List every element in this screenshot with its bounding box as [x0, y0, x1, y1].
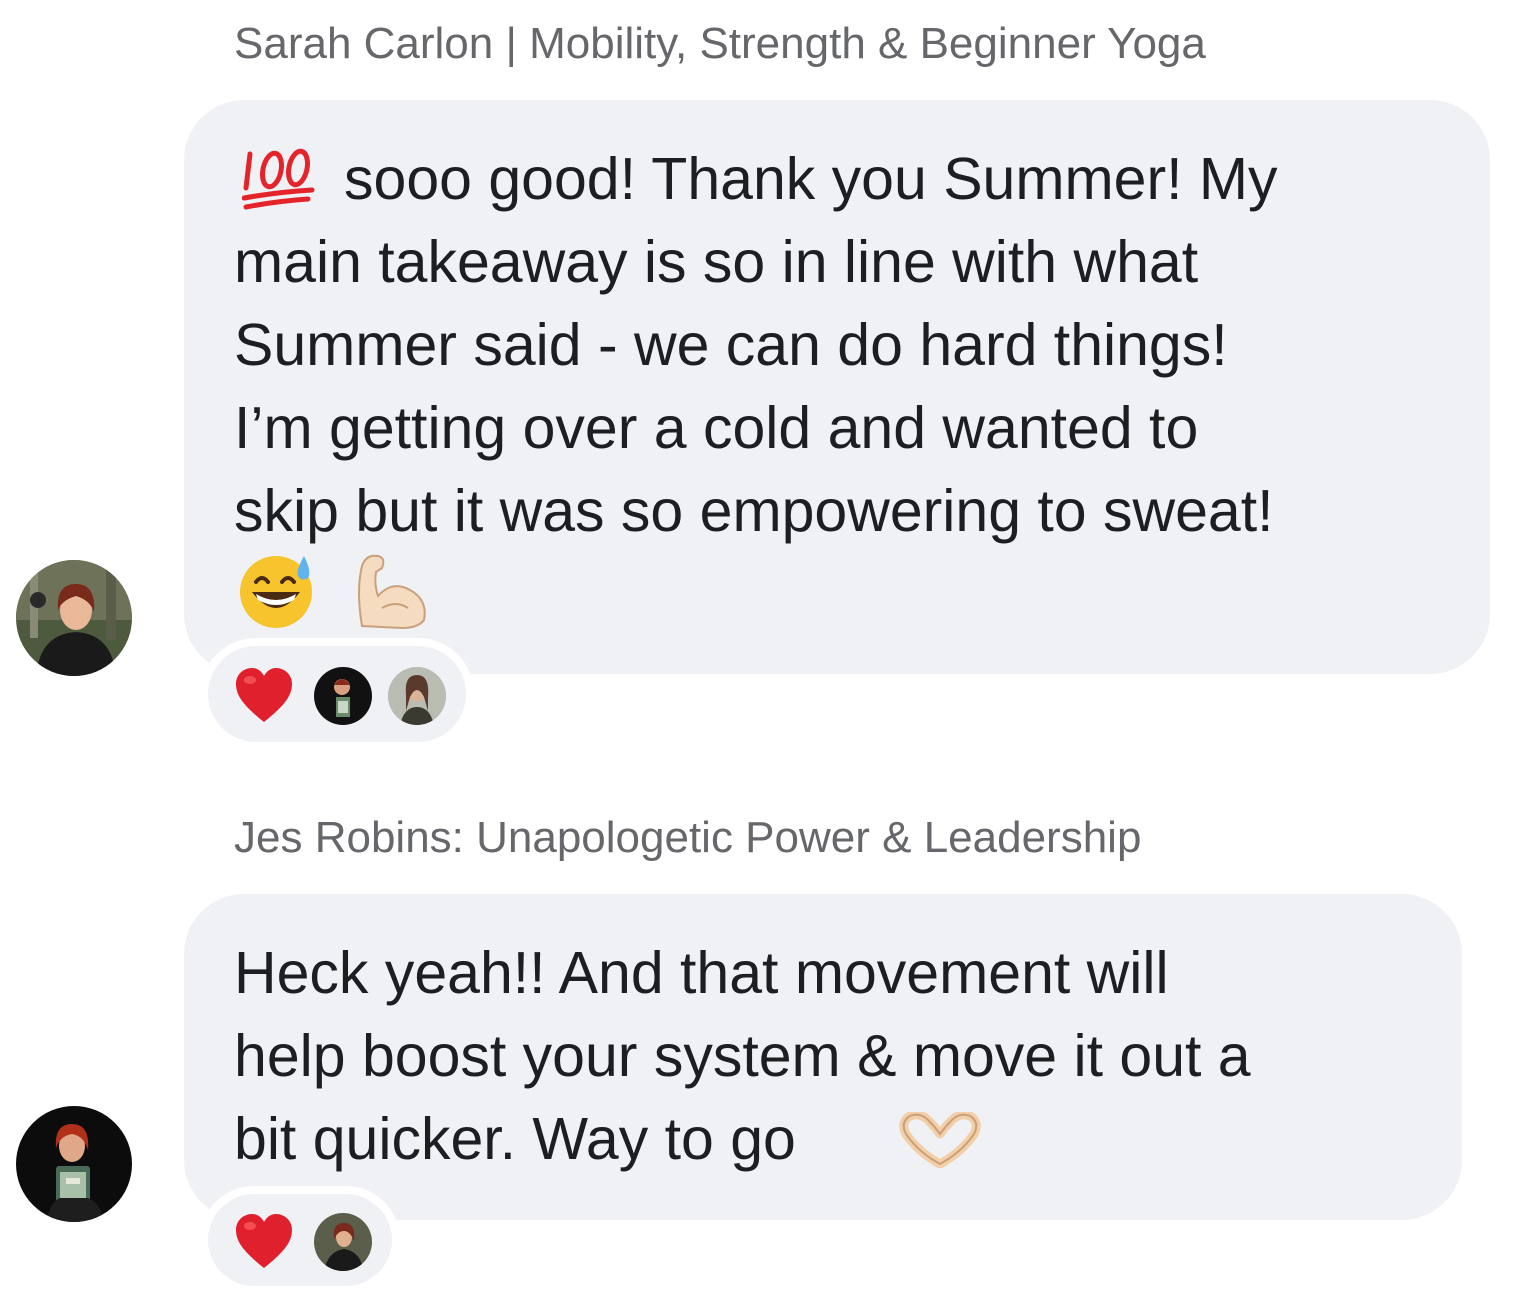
- reactor-avatar[interactable]: [314, 1213, 372, 1271]
- message-line: Summer said - we can do hard things!: [234, 312, 1228, 378]
- message-line: Heck yeah!! And that movement will: [234, 940, 1169, 1006]
- message-line: main takeaway is so in line with what: [234, 229, 1199, 295]
- message-line: bit quicker. Way to go: [234, 1106, 796, 1172]
- reactor-avatar[interactable]: [314, 667, 372, 725]
- sender-name[interactable]: Sarah Carlon | Mobility, Strength & Begi…: [234, 22, 1206, 66]
- flexed-biceps-icon: [358, 554, 426, 630]
- sender-name[interactable]: Jes Robins: Unapologetic Power & Leaders…: [234, 816, 1141, 860]
- reactor-avatar[interactable]: [388, 667, 446, 725]
- hundred-points-icon: [242, 148, 315, 210]
- heart-hands-icon: [899, 1112, 981, 1168]
- message-line: I’m getting over a cold and wanted to: [234, 395, 1199, 461]
- avatar[interactable]: [16, 560, 132, 676]
- message-line: sooo good! Thank you Summer! My: [344, 146, 1278, 212]
- avatar[interactable]: [16, 1106, 132, 1222]
- message-line: skip but it was so empowering to sweat!: [234, 478, 1274, 544]
- heart-icon: [236, 1214, 292, 1268]
- message-line: help boost your system & move it out a: [234, 1023, 1251, 1089]
- heart-icon: [236, 668, 292, 722]
- grinning-sweat-icon: [240, 556, 312, 628]
